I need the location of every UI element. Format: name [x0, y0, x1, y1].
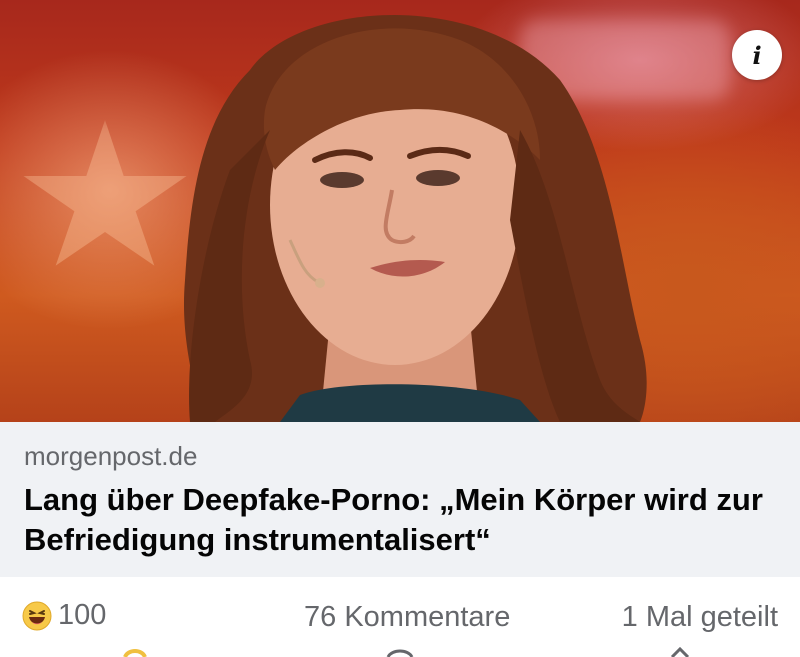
share-icon [670, 647, 690, 657]
laughing-emoji-icon [22, 601, 52, 630]
comments-count-link[interactable]: 76 Kommentare [304, 601, 510, 634]
shares-count-link[interactable]: 1 Mal geteilt [622, 601, 778, 634]
link-title: Lang über Deepfake-Porno: „Mein Körper w… [24, 482, 763, 557]
comment-icon [386, 649, 414, 657]
action-bar-icons-cropped [123, 647, 690, 657]
like-icon [123, 649, 147, 657]
post-stats-bar: 100 76 Kommentare 1 Mal geteilt [0, 577, 800, 657]
eye-left [320, 172, 364, 188]
reaction-count: 100 [58, 599, 107, 631]
link-caption[interactable]: morgenpost.de Lang über Deepfake-Porno: … [0, 422, 800, 577]
eye-right [416, 170, 460, 186]
reactions-summary[interactable]: 100 [22, 599, 106, 632]
info-button[interactable]: i [732, 30, 782, 80]
feed-post-card: i morgenpost.de Lang über Deepfake-Porno… [0, 0, 800, 657]
link-domain: morgenpost.de [24, 441, 198, 471]
link-preview-image[interactable]: i [0, 0, 800, 422]
portrait-figure [183, 15, 647, 422]
info-icon: i [752, 40, 762, 70]
